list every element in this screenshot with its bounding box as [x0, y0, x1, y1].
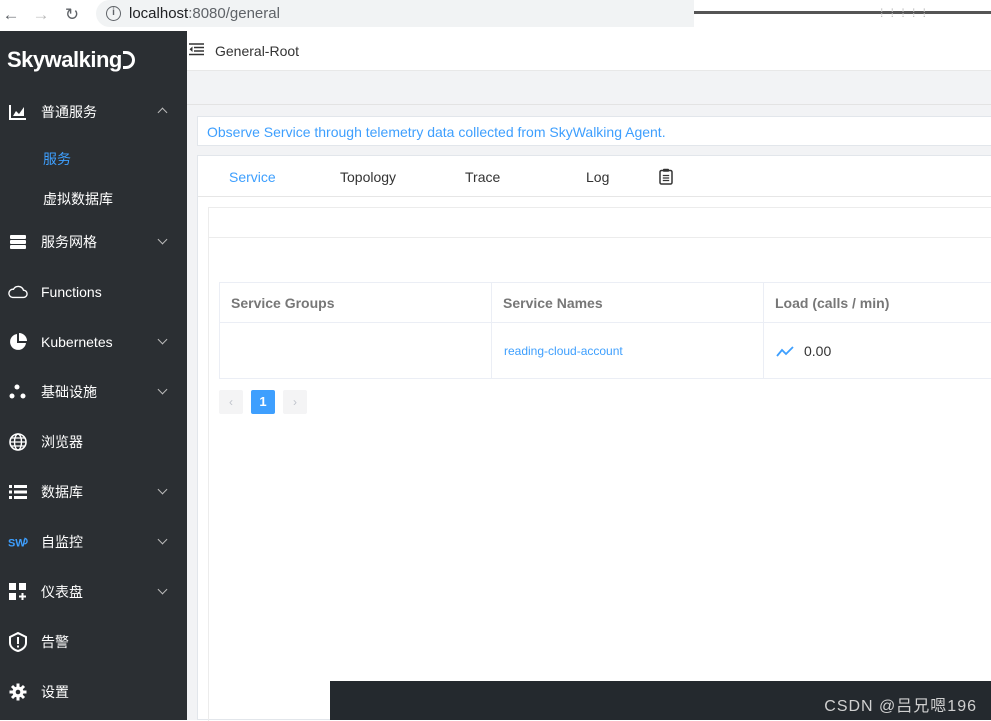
sidebar-item-service-mesh[interactable]: 服务网格	[0, 222, 187, 262]
card-header	[209, 208, 991, 238]
menu-fold-icon[interactable]	[189, 43, 204, 56]
next-page-button[interactable]: ›	[283, 390, 307, 414]
column-header-service-groups: Service Groups	[220, 283, 492, 323]
tab-trace[interactable]: Trace	[465, 169, 500, 185]
globe-icon	[8, 432, 28, 452]
tags-bar	[187, 71, 991, 105]
chevron-down-icon	[158, 385, 168, 395]
service-list-card: Service Groups Service Names Load (calls…	[208, 207, 991, 721]
dashboard-grid-icon	[8, 582, 28, 602]
notice-text: Observe Service through telemetry data c…	[207, 124, 666, 140]
table-row: reading-cloud-account 0.00	[220, 323, 991, 379]
sidebar: Skywalking 普通服务 服务 虚拟数据库 服务网格 Functions …	[0, 31, 187, 720]
sidebar-item-general-service[interactable]: 普通服务	[0, 92, 187, 132]
url-host: localhost	[129, 5, 188, 22]
browser-chrome: ← → ↻ i localhost:8080/general ⁞ ⁞ ⁞ ⁞ ⁞	[0, 0, 991, 31]
top-bar: General-Root	[187, 31, 991, 71]
sidebar-item-label: 基础设施	[41, 382, 97, 402]
sidebar-item-label: 普通服务	[41, 102, 97, 122]
prev-page-button[interactable]: ‹	[219, 390, 243, 414]
cell-load: 0.00	[764, 323, 991, 379]
sidebar-item-alarm[interactable]: 告警	[0, 622, 187, 662]
sw-logo-icon: SW	[8, 532, 28, 552]
sidebar-subitem-service[interactable]: 服务	[43, 149, 71, 169]
back-arrow-icon[interactable]: ←	[0, 4, 22, 26]
sidebar-item-dashboard[interactable]: 仪表盘	[0, 572, 187, 612]
sidebar-item-label: 设置	[41, 682, 69, 702]
sidebar-item-settings[interactable]: 设置	[0, 672, 187, 712]
address-bar[interactable]: i localhost:8080/general	[96, 0, 694, 27]
database-list-icon	[8, 482, 28, 502]
chevron-down-icon	[158, 585, 168, 595]
service-table: Service Groups Service Names Load (calls…	[219, 282, 991, 379]
watermark-text: CSDN @吕兄嗯196	[824, 692, 977, 716]
info-notice: Observe Service through telemetry data c…	[197, 116, 991, 146]
tab-topology[interactable]: Topology	[340, 169, 396, 185]
column-header-service-names: Service Names	[492, 283, 764, 323]
sidebar-item-label: 数据库	[41, 482, 83, 502]
service-name-link[interactable]: reading-cloud-account	[492, 323, 764, 379]
sidebar-item-infrastructure[interactable]: 基础设施	[0, 372, 187, 412]
sidebar-item-database[interactable]: 数据库	[0, 472, 187, 512]
chrome-divider	[694, 11, 991, 14]
layers-icon	[8, 232, 28, 252]
chevron-down-icon	[158, 485, 168, 495]
sidebar-item-kubernetes[interactable]: Kubernetes	[0, 322, 187, 362]
tab-bar: Service Topology Trace Log	[198, 156, 991, 197]
page-number-current[interactable]: 1	[251, 390, 275, 414]
sidebar-item-label: 仪表盘	[41, 582, 83, 602]
cloud-icon	[8, 282, 28, 302]
chevron-down-icon	[158, 235, 168, 245]
chevron-down-icon	[158, 535, 168, 545]
blurred-text: ⁞ ⁞ ⁞ ⁞ ⁞	[880, 6, 928, 20]
main-content: General-Root Observe Service through tel…	[187, 31, 991, 720]
cell-service-group	[220, 323, 492, 379]
forward-arrow-icon[interactable]: →	[30, 4, 52, 26]
chevron-up-icon	[158, 108, 168, 118]
dots-cluster-icon	[8, 382, 28, 402]
site-info-icon[interactable]: i	[106, 6, 121, 21]
column-header-load: Load (calls / min)	[764, 283, 991, 323]
logo-arc-icon	[123, 51, 135, 69]
sidebar-item-label: 浏览器	[41, 432, 83, 452]
sidebar-item-self-observability[interactable]: SW 自监控	[0, 522, 187, 562]
sidebar-item-functions[interactable]: Functions	[0, 272, 187, 312]
bar-chart-icon	[8, 102, 28, 122]
pie-chart-icon	[8, 332, 28, 352]
sidebar-subitem-virtual-database[interactable]: 虚拟数据库	[43, 189, 113, 209]
sidebar-item-label: Functions	[41, 284, 102, 300]
sidebar-item-label: 自监控	[41, 532, 83, 552]
skywalking-logo[interactable]: Skywalking	[7, 47, 135, 73]
gear-icon	[8, 682, 28, 702]
sidebar-item-browser[interactable]: 浏览器	[0, 422, 187, 462]
chevron-down-icon	[158, 335, 168, 345]
page-title: General-Root	[215, 43, 299, 59]
sidebar-item-label: Kubernetes	[41, 334, 113, 350]
sidebar-item-label: 告警	[41, 632, 69, 652]
url-path: :8080/general	[188, 5, 280, 22]
sidebar-item-label: 服务网格	[41, 232, 97, 252]
watermark-bar: CSDN @吕兄嗯196	[330, 681, 991, 720]
tab-service[interactable]: Service	[229, 169, 276, 185]
pagination: ‹ 1 ›	[219, 390, 315, 414]
svg-text:SW: SW	[8, 538, 26, 549]
trend-line-icon[interactable]	[776, 346, 794, 358]
alert-shield-icon	[8, 632, 28, 652]
load-value: 0.00	[804, 343, 831, 359]
reload-icon[interactable]: ↻	[61, 4, 83, 26]
logo-text: Skywalking	[7, 47, 122, 72]
url-text: localhost:8080/general	[129, 5, 280, 22]
tab-log[interactable]: Log	[586, 169, 609, 185]
table-header-row: Service Groups Service Names Load (calls…	[220, 283, 991, 323]
content-panel: Service Topology Trace Log Service Group…	[197, 155, 991, 720]
clipboard-icon[interactable]	[659, 168, 673, 185]
